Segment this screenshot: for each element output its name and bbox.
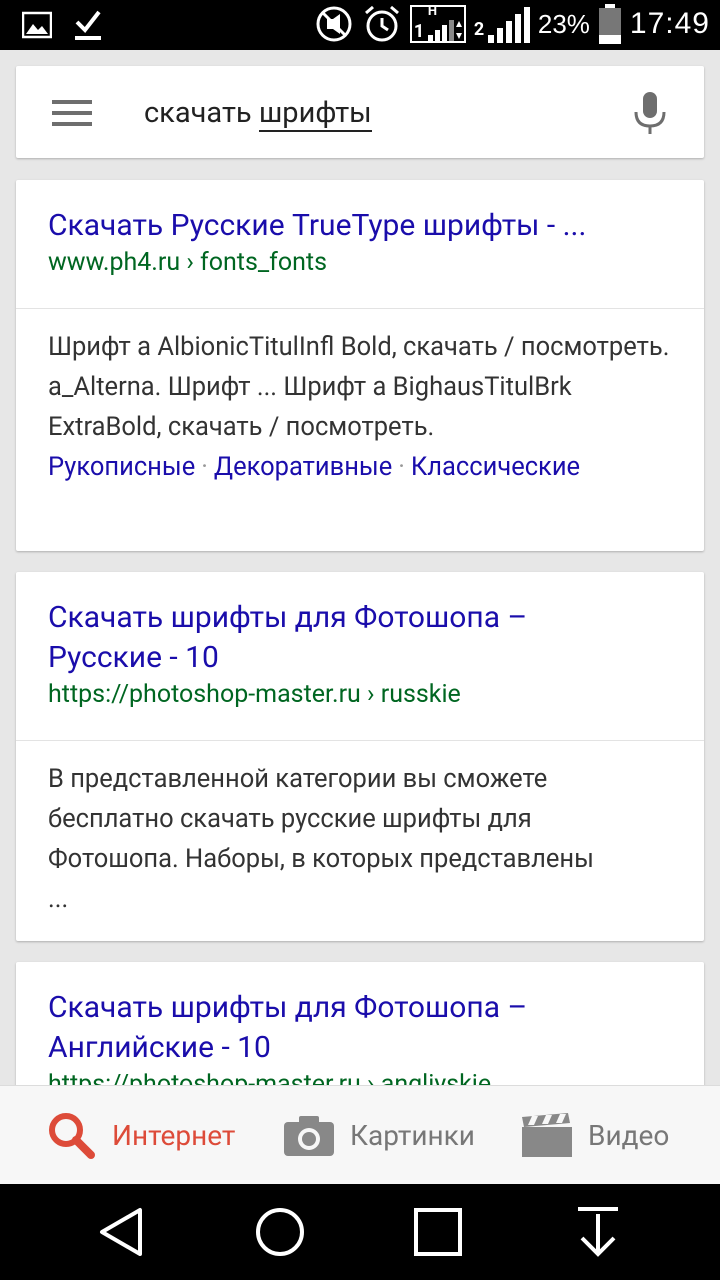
home-icon[interactable] [254, 1206, 306, 1258]
result-snippet: В представленной категории вы сможете бе… [48, 764, 594, 914]
result-card: Скачать шрифты для Фотошопа – Русские - … [16, 572, 704, 941]
result-title[interactable]: Скачать шрифты для Фотошопа – Русские - … [48, 598, 672, 678]
result-url: https://photoshop-master.ru › russkie [48, 680, 461, 709]
separator-dot: · [201, 452, 208, 482]
tab-label: Картинки [350, 1118, 475, 1152]
tab-video[interactable]: Видео [522, 1086, 669, 1184]
download-arrow-icon[interactable] [572, 1206, 624, 1258]
gallery-notification-icon [22, 11, 52, 39]
result-card: Скачать шрифты для Фотошопа – Английские… [16, 962, 704, 1102]
result-card: Скачать Русские TrueType шрифты - ... ww… [16, 180, 704, 551]
sitelink[interactable]: Декоративные [214, 452, 392, 482]
system-indicators: H 1 2 23% 17:49 [314, 4, 710, 44]
tab-label: Интернет [112, 1118, 236, 1152]
search-type-tabs: Интернет Картинки Видео [0, 1085, 720, 1184]
search-input[interactable]: скачать шрифты [144, 96, 372, 132]
result-header[interactable]: Скачать шрифты для Фотошопа – Русские - … [16, 572, 704, 740]
result-title[interactable]: Скачать шрифты для Фотошопа – Английские… [48, 988, 672, 1068]
menu-icon[interactable] [52, 100, 92, 126]
search-bar: скачать шрифты [16, 66, 704, 158]
notification-icons [22, 8, 102, 42]
sim2-label: 2 [473, 19, 485, 40]
battery-icon [598, 4, 621, 44]
sim2-signal-icon: 2 [474, 5, 530, 43]
sim1-signal-icon: H 1 [409, 4, 466, 43]
alarm-icon [364, 5, 399, 42]
back-icon[interactable] [96, 1206, 148, 1258]
microphone-icon[interactable] [632, 92, 668, 136]
clapperboard-icon [522, 1113, 572, 1157]
result-snippet: Шрифт a AlbionicTitulInfl Bold, скачать … [48, 332, 670, 442]
mute-icon [316, 6, 352, 42]
sim1-label: 1 [413, 21, 425, 42]
clock: 17:49 [629, 7, 710, 40]
tab-internet[interactable]: Интернет [46, 1086, 235, 1184]
navigation-bar [0, 1184, 720, 1280]
status-bar: H 1 2 23% 17:49 [0, 0, 720, 50]
battery-percent: 23% [537, 8, 590, 39]
sitelink[interactable]: Классические [411, 452, 580, 482]
result-title[interactable]: Скачать Русские TrueType шрифты - ... [48, 206, 672, 246]
query-text-underlined: шрифты [258, 96, 372, 132]
separator-dot: · [398, 452, 405, 482]
result-url: www.ph4.ru › fonts_fonts [48, 248, 328, 277]
sim1-network-type: H [427, 4, 438, 19]
result-header[interactable]: Скачать шрифты для Фотошопа – Английские… [16, 962, 704, 1102]
result-header[interactable]: Скачать Русские TrueType шрифты - ... ww… [16, 180, 704, 308]
search-icon [49, 1113, 95, 1159]
sitelink[interactable]: Рукописные [48, 452, 195, 482]
camera-icon [284, 1116, 334, 1156]
query-text: скачать [144, 96, 259, 130]
recent-apps-icon[interactable] [412, 1206, 464, 1258]
tab-label: Видео [588, 1118, 670, 1152]
sitelinks: Рукописные · Декоративные · Классические [16, 447, 704, 487]
download-complete-icon [75, 10, 101, 40]
tab-images[interactable]: Картинки [284, 1086, 475, 1184]
